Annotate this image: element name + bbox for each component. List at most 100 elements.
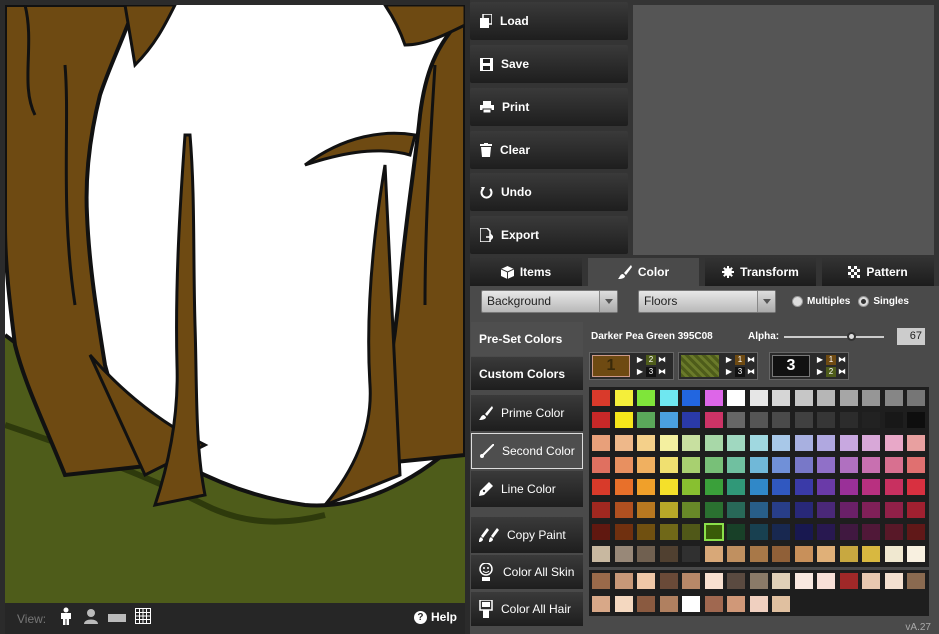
color-swatch[interactable] (704, 596, 723, 612)
singles-radio[interactable] (858, 296, 870, 307)
color-swatch[interactable] (862, 434, 880, 451)
alpha-value-field[interactable]: 67 (897, 328, 925, 345)
color-swatch[interactable] (682, 501, 700, 518)
color-swatch[interactable] (839, 546, 858, 563)
color-swatch[interactable] (637, 546, 655, 563)
color-swatch[interactable] (704, 573, 723, 589)
color-swatch[interactable] (592, 596, 610, 612)
color-swatch[interactable] (637, 501, 655, 518)
color-swatch[interactable] (682, 434, 700, 451)
color-swatch[interactable] (749, 479, 768, 496)
tab-pattern[interactable]: Pattern (822, 258, 934, 286)
color-swatch[interactable] (817, 456, 835, 473)
color-swatch[interactable] (749, 390, 768, 406)
color-swatch[interactable] (659, 390, 678, 406)
color-swatch[interactable] (884, 479, 903, 496)
color-swatch[interactable] (727, 523, 745, 540)
color-swatch[interactable] (749, 434, 768, 451)
color-swatch[interactable] (637, 573, 655, 589)
color-swatch[interactable] (614, 412, 633, 429)
color-swatch[interactable] (704, 501, 723, 518)
color-swatch[interactable] (862, 412, 880, 429)
tab-color[interactable]: Color (588, 258, 699, 286)
color-swatch[interactable] (704, 412, 723, 429)
color-swatch[interactable] (817, 434, 835, 451)
color-swatch[interactable] (772, 523, 790, 540)
color-swatch[interactable] (614, 479, 633, 496)
color-swatch[interactable] (704, 434, 723, 451)
color-swatch[interactable] (592, 501, 610, 518)
color-swatch[interactable] (659, 573, 678, 589)
color-swatch[interactable] (794, 434, 813, 451)
color-swatch[interactable] (614, 523, 633, 540)
color-swatch[interactable] (907, 523, 925, 540)
color-swatch[interactable] (727, 390, 745, 406)
color-swatch[interactable] (637, 523, 655, 540)
color-swatch[interactable] (884, 390, 903, 406)
color-swatch[interactable] (682, 456, 700, 473)
clear-button[interactable]: Clear (470, 131, 628, 169)
color-swatch[interactable] (772, 546, 790, 563)
color-swatch[interactable] (727, 412, 745, 429)
color-swatch[interactable] (907, 412, 925, 429)
swap-icon[interactable]: ⧓ (837, 355, 847, 365)
color-swatch[interactable] (592, 434, 610, 451)
undo-button[interactable]: Undo (470, 173, 628, 211)
multiples-radio[interactable] (792, 296, 803, 307)
second-color-button[interactable]: Second Color (471, 433, 583, 469)
color-swatch[interactable] (817, 412, 835, 429)
preset-colors-button[interactable]: Pre-Set Colors (471, 322, 583, 356)
color-swatch[interactable] (794, 573, 813, 589)
grid-view-icon[interactable] (135, 608, 152, 629)
line-color-button[interactable]: Line Color (471, 471, 583, 507)
copy-paint-button[interactable]: Copy Paint (471, 517, 583, 553)
color-swatch[interactable] (794, 501, 813, 518)
alpha-slider[interactable] (784, 332, 884, 341)
color-swatch[interactable] (637, 479, 655, 496)
color-swatch[interactable] (659, 456, 678, 473)
color-swatch[interactable] (884, 523, 903, 540)
color-swatch[interactable] (817, 546, 835, 563)
color-swatch[interactable] (907, 573, 925, 589)
color-swatch[interactable] (637, 434, 655, 451)
color-swatch[interactable] (884, 434, 903, 451)
color-swatch[interactable] (637, 412, 655, 429)
color-swatch[interactable] (659, 412, 678, 429)
tab-transform[interactable]: Transform (705, 258, 816, 286)
color-swatch[interactable] (772, 479, 790, 496)
color-swatch[interactable] (704, 546, 723, 563)
color-swatch[interactable] (884, 573, 903, 589)
color-swatch[interactable] (659, 501, 678, 518)
color-swatch[interactable] (682, 479, 700, 496)
slot-line-color[interactable]: 3 ▶ 1 ⧓ ▶ 2 ⧓ (769, 352, 849, 380)
slot-2-link-1[interactable]: 1 (735, 355, 745, 365)
layer-select[interactable]: Background (481, 290, 618, 313)
swap-icon[interactable]: ⧓ (657, 355, 667, 365)
color-swatch[interactable] (614, 596, 633, 612)
color-swatch[interactable] (659, 434, 678, 451)
color-swatch[interactable] (839, 390, 858, 406)
slot-1-link-2[interactable]: 2 (646, 355, 656, 365)
save-button[interactable]: Save (470, 45, 628, 83)
color-swatch[interactable] (592, 523, 610, 540)
portrait-view-icon[interactable] (83, 608, 99, 629)
slot-2-swatch[interactable] (681, 355, 719, 377)
color-swatch[interactable] (704, 479, 723, 496)
color-swatch[interactable] (637, 456, 655, 473)
color-swatch[interactable] (659, 523, 678, 540)
color-swatch[interactable] (614, 434, 633, 451)
color-swatch[interactable] (749, 523, 768, 540)
color-swatch[interactable] (682, 412, 700, 429)
color-swatch[interactable] (749, 546, 768, 563)
color-swatch[interactable] (749, 412, 768, 429)
color-swatch[interactable] (727, 573, 745, 589)
custom-colors-button[interactable]: Custom Colors (471, 357, 583, 390)
color-swatch[interactable] (794, 479, 813, 496)
color-swatch[interactable] (614, 390, 633, 406)
color-swatch[interactable] (592, 573, 610, 589)
drawing-canvas[interactable] (5, 5, 465, 603)
color-swatch[interactable] (614, 546, 633, 563)
slot-prime-color[interactable]: 1 ▶ 2 ⧓ ▶ 3 ⧓ (589, 352, 674, 380)
color-swatch[interactable] (862, 501, 880, 518)
color-swatch[interactable] (839, 573, 858, 589)
